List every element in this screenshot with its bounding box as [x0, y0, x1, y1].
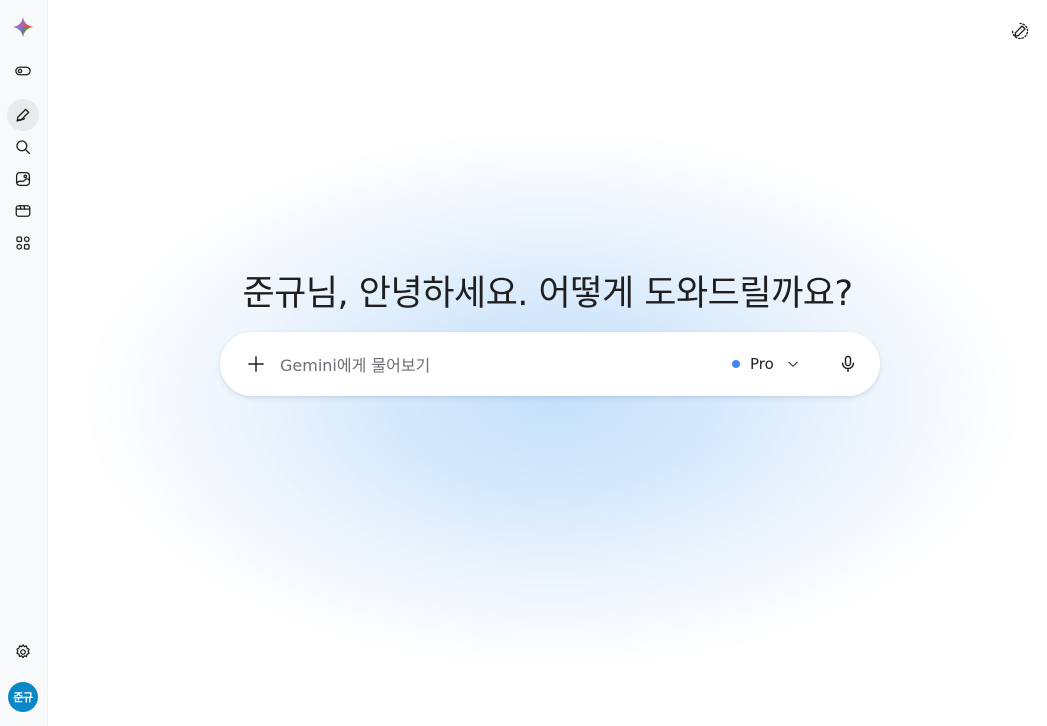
temporary-chat-button[interactable]: [1005, 16, 1035, 46]
sidebar-apps-button[interactable]: [7, 227, 39, 259]
greeting-title: 준규님, 안녕하세요. 어떻게 도와드릴까요?: [242, 274, 853, 315]
sidebar-image-button[interactable]: [7, 163, 39, 195]
model-label: Pro: [750, 355, 774, 373]
sidebar-video-button[interactable]: [7, 195, 39, 227]
gear-icon: [16, 644, 30, 659]
video-icon: [15, 205, 31, 217]
model-selector[interactable]: Pro: [732, 350, 800, 378]
sidebar-new-chat-button[interactable]: [7, 99, 39, 131]
add-attachment-button[interactable]: [240, 348, 272, 380]
toggle-menu-icon: [15, 66, 31, 76]
sidebar: 준규: [0, 0, 48, 726]
plus-icon: [248, 356, 264, 372]
chevron-down-icon: [788, 361, 798, 367]
microphone-button[interactable]: [832, 348, 864, 380]
new-chat-pencil-icon: [16, 108, 30, 122]
avatar[interactable]: 준규: [8, 682, 38, 712]
image-icon: [15, 171, 31, 187]
temporary-chat-icon: [1011, 22, 1029, 40]
main-area: 준규님, 안녕하세요. 어떻게 도와드릴까요? Pro: [48, 0, 1047, 726]
sidebar-settings-button[interactable]: [7, 636, 39, 668]
search-icon: [16, 140, 31, 155]
sidebar-search-button[interactable]: [7, 131, 39, 163]
sidebar-toggle-button[interactable]: [7, 55, 39, 87]
apps-icon: [16, 236, 30, 250]
prompt-input[interactable]: [278, 350, 722, 380]
prompt-box: Pro: [220, 332, 880, 396]
gemini-sparkle-icon[interactable]: [12, 16, 34, 38]
microphone-icon: [841, 355, 855, 373]
gemini-app: 준규 준규님, 안녕하세요. 어떻게 도와드릴까요? Pro: [0, 0, 1047, 726]
model-status-dot: [732, 360, 740, 368]
